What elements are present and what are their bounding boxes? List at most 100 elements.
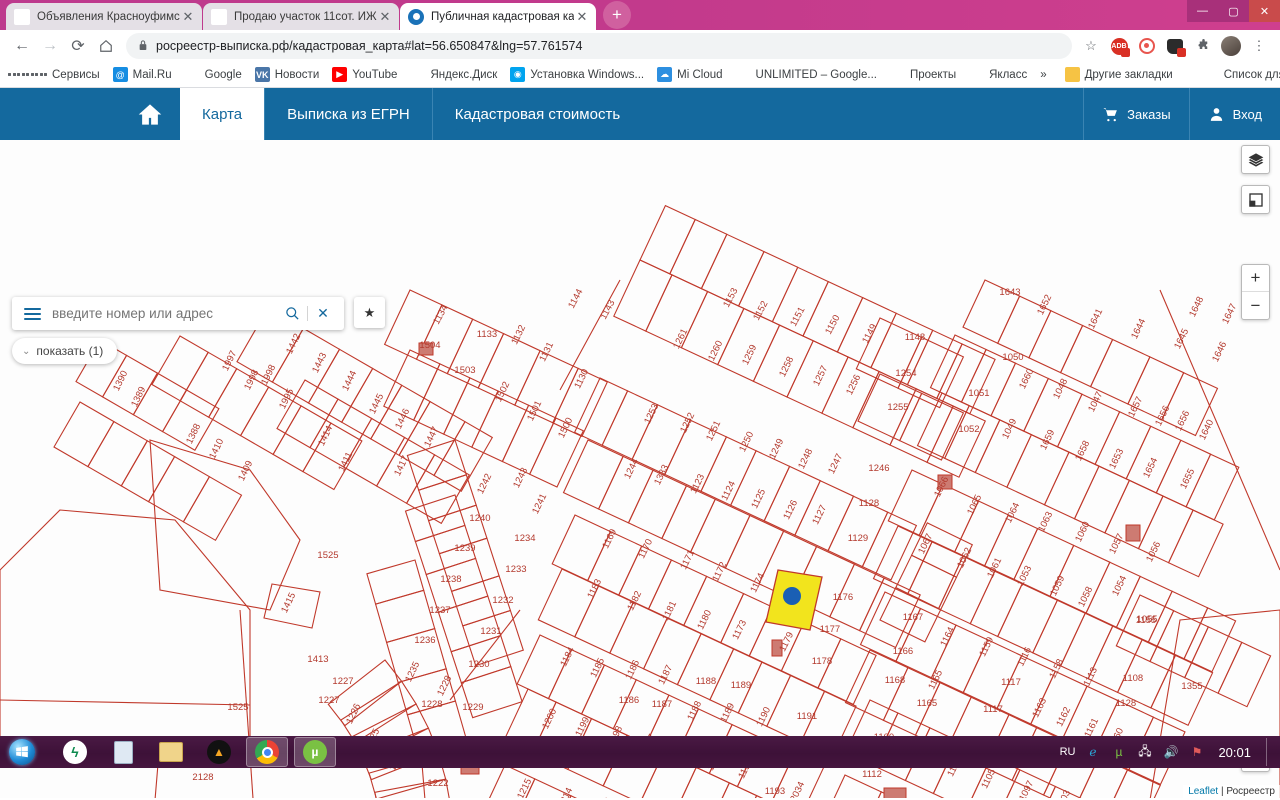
show-results-button[interactable]: ⌄ показать (1): [12, 338, 117, 364]
utorrent-tray-icon[interactable]: µ: [1110, 744, 1127, 761]
parcel-label: 1166: [893, 646, 913, 657]
browser-tab-2[interactable]: КСК Продаю участок 11сот. ИЖС плод ✕: [203, 3, 399, 30]
bookmark-google[interactable]: G Google: [185, 67, 242, 82]
bookmark-news[interactable]: VK Новости: [255, 67, 320, 82]
parcel-label: 1442: [284, 332, 303, 356]
cart-icon: [1102, 106, 1119, 123]
home-icon[interactable]: [120, 88, 180, 140]
minimize-button[interactable]: —: [1187, 0, 1218, 22]
parcel-label: 1248: [796, 447, 815, 471]
hamburger-icon[interactable]: [12, 297, 52, 330]
start-button[interactable]: [0, 737, 44, 767]
micloud-icon: ☁: [657, 67, 672, 82]
target-extension-icon[interactable]: [1134, 33, 1160, 59]
search-icon[interactable]: [279, 301, 305, 327]
bookmark-star-icon[interactable]: ☆: [1078, 33, 1104, 59]
close-icon[interactable]: ✕: [180, 9, 196, 25]
network-icon[interactable]: 🖧: [1136, 744, 1153, 761]
parcel-label: 1105: [979, 767, 998, 790]
bookmark-services[interactable]: Сервисы: [8, 69, 100, 81]
address-bar[interactable]: росреестр-выписка.рф/кадастровая_карта#l…: [126, 33, 1072, 59]
chrome-menu-icon[interactable]: ⋮: [1246, 33, 1272, 59]
utorrent-icon[interactable]: µ: [294, 737, 336, 767]
map-canvas[interactable]: 5113411331132113111301504150315021501150…: [0, 140, 1280, 798]
parcel-label: 1227: [318, 695, 339, 706]
nav-item-map[interactable]: Карта: [180, 88, 264, 140]
close-icon[interactable]: ✕: [377, 9, 393, 25]
forward-icon[interactable]: →: [36, 32, 64, 60]
aimp-icon[interactable]: ▲: [198, 737, 240, 767]
parcel-label: 1049: [1000, 417, 1019, 441]
orders-button[interactable]: Заказы: [1083, 88, 1188, 140]
flag-icon[interactable]: ⚑: [1188, 744, 1205, 761]
browser-tab-1[interactable]: КСК Объявления Красноуфимск КСК66 ✕: [6, 3, 202, 30]
chrome-icon[interactable]: [246, 737, 288, 767]
dark-extension-icon[interactable]: [1162, 33, 1188, 59]
browser-tab-3-active[interactable]: Публичная кадастровая карта 202 ✕: [400, 3, 596, 30]
select-area-button[interactable]: [1241, 185, 1270, 214]
adblock-extension-icon[interactable]: ADB: [1106, 33, 1132, 59]
parcel-label: 1050: [1002, 352, 1023, 363]
header-left-spacer: [0, 88, 120, 140]
parcel-label: 1641: [1086, 307, 1105, 331]
new-tab-button[interactable]: +: [603, 1, 631, 29]
zoom-in-button[interactable]: +: [1242, 265, 1269, 292]
parcel-label: 1190: [754, 705, 773, 728]
parcel-label: 1188: [685, 699, 704, 722]
maximize-button[interactable]: ▢: [1218, 0, 1249, 22]
close-icon[interactable]: ✕: [310, 301, 336, 327]
parcel-label: 1129: [848, 533, 868, 544]
parcel-label: 1415: [279, 591, 298, 615]
bookmark-yaklass[interactable]: ▮▮ Якласс: [969, 67, 1027, 82]
kaspersky-icon[interactable]: ϟ: [54, 737, 96, 767]
zoom-out-button[interactable]: −: [1242, 292, 1269, 319]
login-button[interactable]: Вход: [1189, 88, 1280, 140]
home-icon[interactable]: [92, 32, 120, 60]
edge-icon[interactable]: ℯ: [1084, 744, 1101, 761]
parcel-label: 1178: [812, 656, 832, 667]
parcel-label: 1169: [600, 527, 619, 550]
bookmark-unlimited-google[interactable]: ▲ UNLIMITED – Google...: [736, 67, 877, 82]
close-icon[interactable]: ✕: [574, 9, 590, 25]
parcel-label: 1231: [480, 626, 501, 637]
parcel-label: 1645: [1172, 327, 1191, 351]
leaflet-link[interactable]: Leaflet: [1188, 786, 1218, 797]
bookmark-mailru[interactable]: @ Mail.Ru: [113, 67, 172, 82]
parcel-label: 1446: [393, 407, 412, 431]
other-bookmarks-button[interactable]: Другие закладки: [1065, 67, 1173, 82]
taskbar-clock[interactable]: 20:01: [1218, 745, 1251, 760]
bookmark-projects[interactable]: ✻ Проекты: [890, 67, 956, 82]
bookmark-youtube[interactable]: ▶ YouTube: [332, 67, 397, 82]
parcel-label: 1097: [1017, 779, 1036, 798]
rosreestr-icon: [408, 9, 424, 25]
favorites-button[interactable]: ★: [354, 297, 385, 328]
search-input[interactable]: [52, 306, 279, 321]
language-indicator[interactable]: RU: [1060, 746, 1076, 758]
profile-avatar[interactable]: [1218, 33, 1244, 59]
bookmarks-overflow-button[interactable]: »: [1040, 69, 1046, 81]
nav-item-egrn-extract[interactable]: Выписка из ЕГРН: [264, 88, 432, 140]
show-results-label: показать (1): [36, 344, 103, 358]
parcel-label: 1502: [493, 380, 512, 404]
login-label: Вход: [1233, 107, 1262, 122]
parcel-label: 1227: [332, 676, 353, 687]
reload-icon[interactable]: ⟳: [64, 32, 92, 60]
parcel-label: 1643: [999, 287, 1020, 298]
search-box[interactable]: ✕: [12, 297, 344, 330]
reading-list-button[interactable]: ▤ Список для чтения: [1204, 67, 1280, 82]
site-header: Карта Выписка из ЕГРН Кадастровая стоимо…: [0, 88, 1280, 140]
nav-item-cadastral-value[interactable]: Кадастровая стоимость: [432, 88, 642, 140]
cadastral-map[interactable]: 5113411331132113111301504150315021501150…: [0, 140, 1280, 798]
bookmark-mi-cloud[interactable]: ☁ Mi Cloud: [657, 67, 722, 82]
file-explorer-icon[interactable]: [150, 737, 192, 767]
show-desktop-button[interactable]: [1266, 738, 1274, 766]
bookmark-windows-install[interactable]: ◉ Установка Windows...: [510, 67, 644, 82]
calculator-icon[interactable]: [102, 737, 144, 767]
window-close-button[interactable]: ✕: [1249, 0, 1280, 22]
layers-button[interactable]: [1241, 145, 1270, 174]
bookmark-yandex-disk[interactable]: ☁ Яндекс.Диск: [410, 67, 497, 82]
tab-title: Объявления Красноуфимск КСК66: [37, 11, 180, 23]
volume-icon[interactable]: 🔊: [1162, 744, 1179, 761]
puzzle-extensions-icon[interactable]: [1190, 33, 1216, 59]
back-icon[interactable]: ←: [8, 32, 36, 60]
